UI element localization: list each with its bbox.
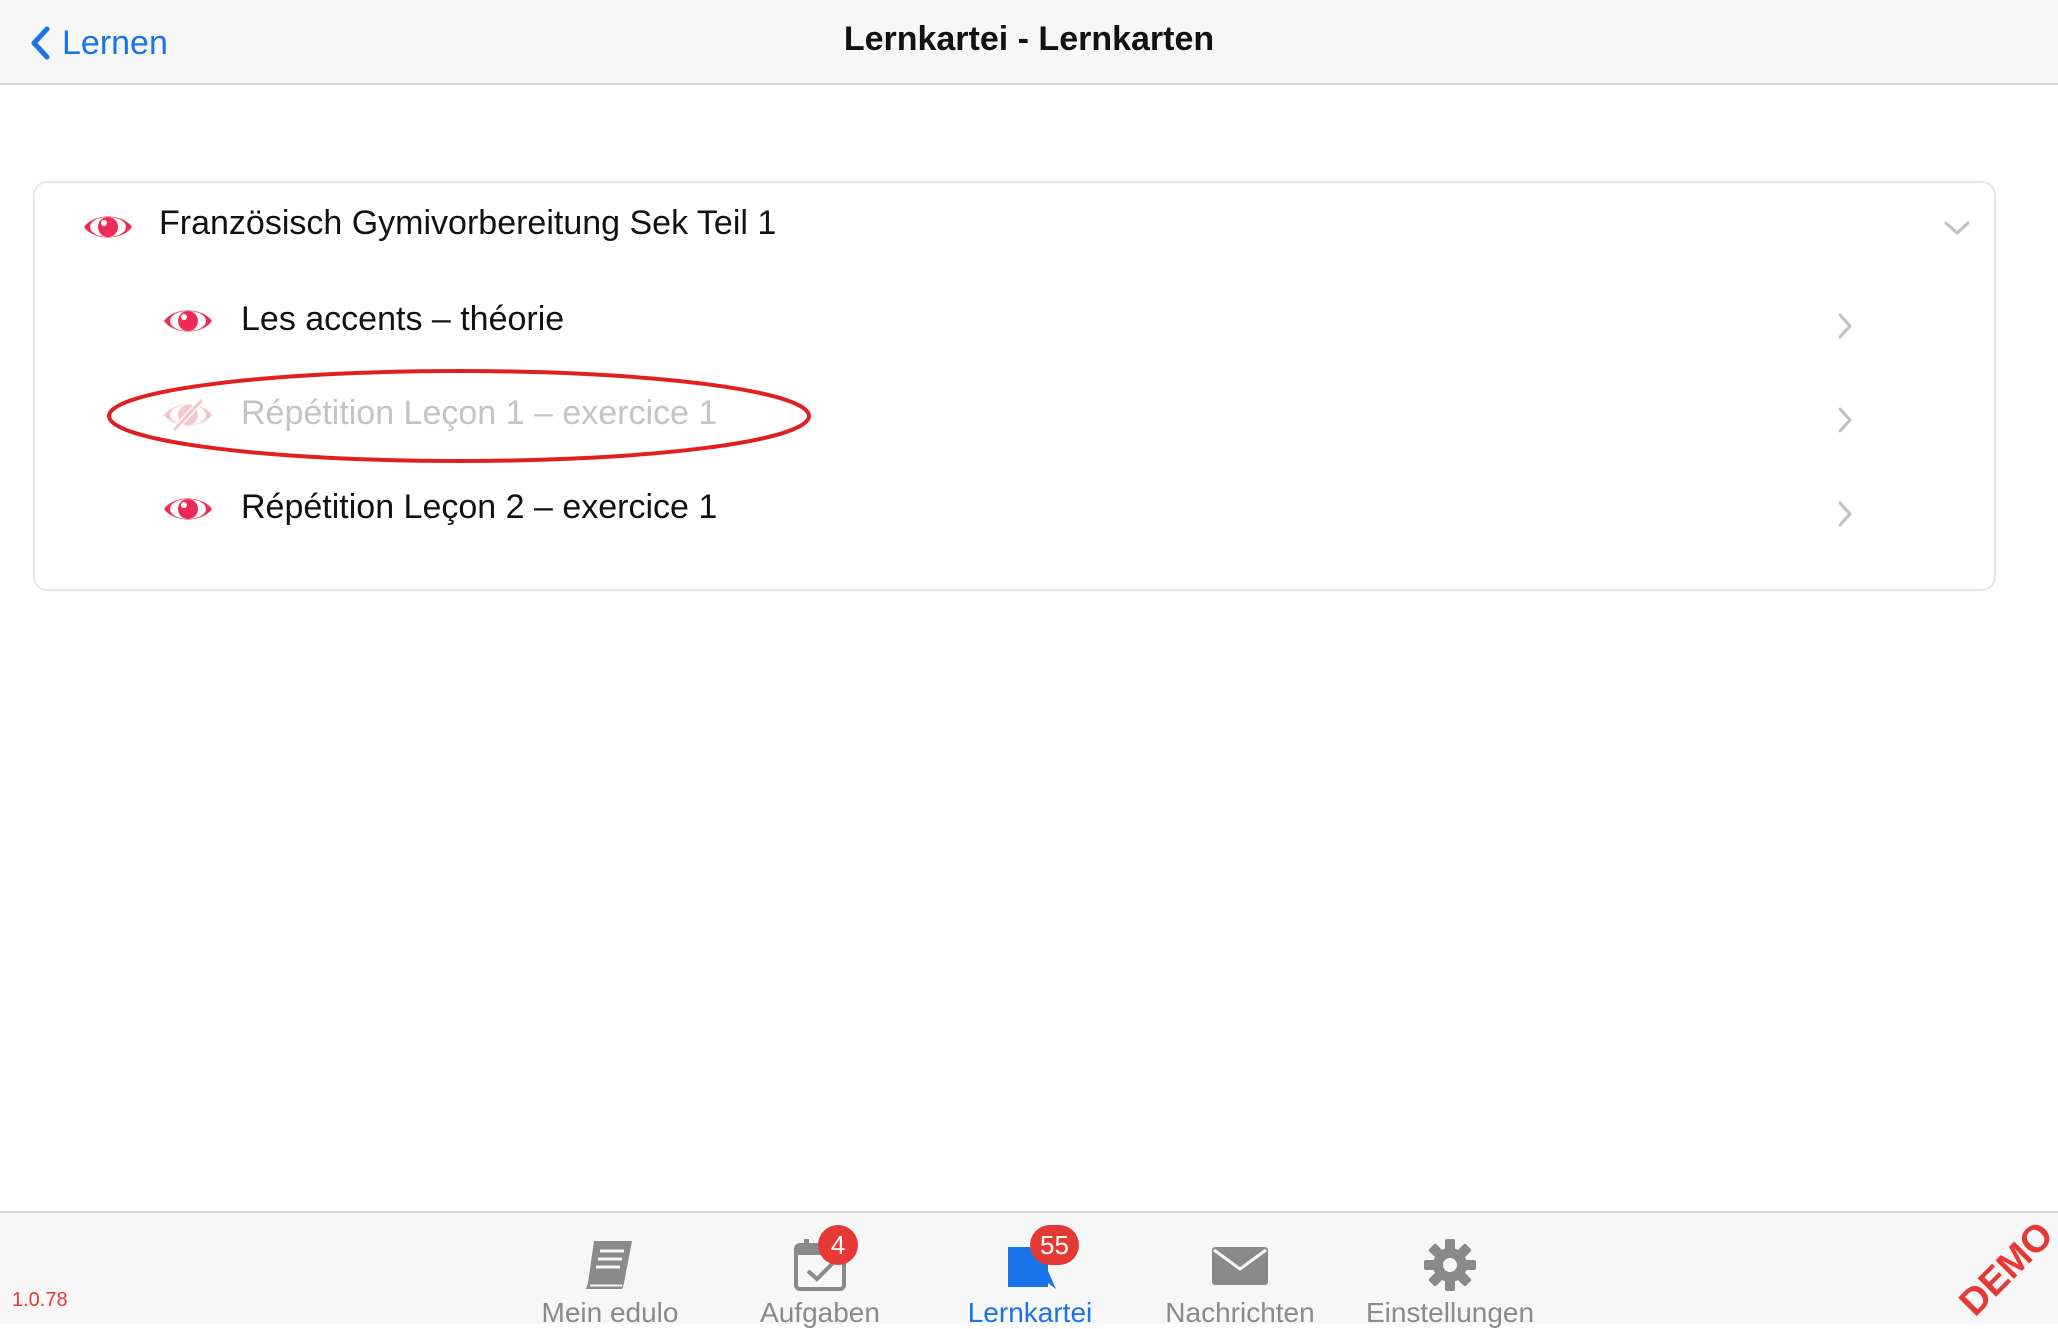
tab-einstellungen[interactable]: Einstellungen — [1350, 1223, 1550, 1328]
tab-label: Nachrichten — [1165, 1297, 1315, 1328]
chevron-right-icon — [1838, 501, 1852, 527]
gear-icon — [1424, 1239, 1476, 1291]
navigation-bar: Lernen Lernkartei - Lernkarten — [0, 0, 2058, 85]
list-item-repetition-lecon-2[interactable]: Répétition Leçon 2 – exercice 1 — [0, 474, 2058, 544]
tab-label: Aufgaben — [760, 1297, 880, 1328]
tab-label: Lernkartei — [967, 1297, 1093, 1328]
eye-icon[interactable] — [82, 209, 134, 245]
deck-group-row[interactable]: Französisch Gymivorbereitung Sek Teil 1 — [0, 192, 2058, 262]
tab-aufgaben[interactable]: 4 Aufgaben — [720, 1223, 920, 1328]
list-item-les-accents[interactable]: Les accents – théorie — [0, 286, 2058, 356]
chevron-down-icon[interactable] — [1942, 218, 1972, 238]
page-title: Lernkartei - Lernkarten — [843, 20, 1215, 58]
tab-label: Einstellungen — [1365, 1297, 1535, 1328]
version-label: 1.0.78 — [12, 1289, 68, 1311]
tasks-badge: 4 — [818, 1225, 858, 1265]
chevron-right-icon — [1838, 407, 1852, 433]
eye-icon[interactable] — [162, 491, 214, 527]
chevron-right-icon — [1838, 313, 1852, 339]
tab-lernkartei[interactable]: 55 Lernkartei — [930, 1223, 1130, 1328]
eye-icon[interactable] — [162, 303, 214, 339]
book-icon — [586, 1241, 632, 1289]
group-label: Französisch Gymivorbereitung Sek Teil 1 — [159, 204, 777, 242]
flashcards-badge: 55 — [1030, 1225, 1079, 1265]
tab-bar: 1.0.78 Mein edulo 4 Aufgaben 55 Lernkart… — [0, 1211, 2058, 1328]
tab-nachrichten[interactable]: Nachrichten — [1140, 1223, 1340, 1328]
list-item-label: Répétition Leçon 2 – exercice 1 — [241, 488, 718, 526]
tab-label: Mein edulo — [541, 1297, 679, 1328]
envelope-icon — [1212, 1247, 1268, 1285]
annotation-ellipse — [107, 369, 811, 463]
list-item-label: Les accents – théorie — [241, 300, 565, 338]
tab-mein-edulo[interactable]: Mein edulo — [510, 1223, 710, 1328]
